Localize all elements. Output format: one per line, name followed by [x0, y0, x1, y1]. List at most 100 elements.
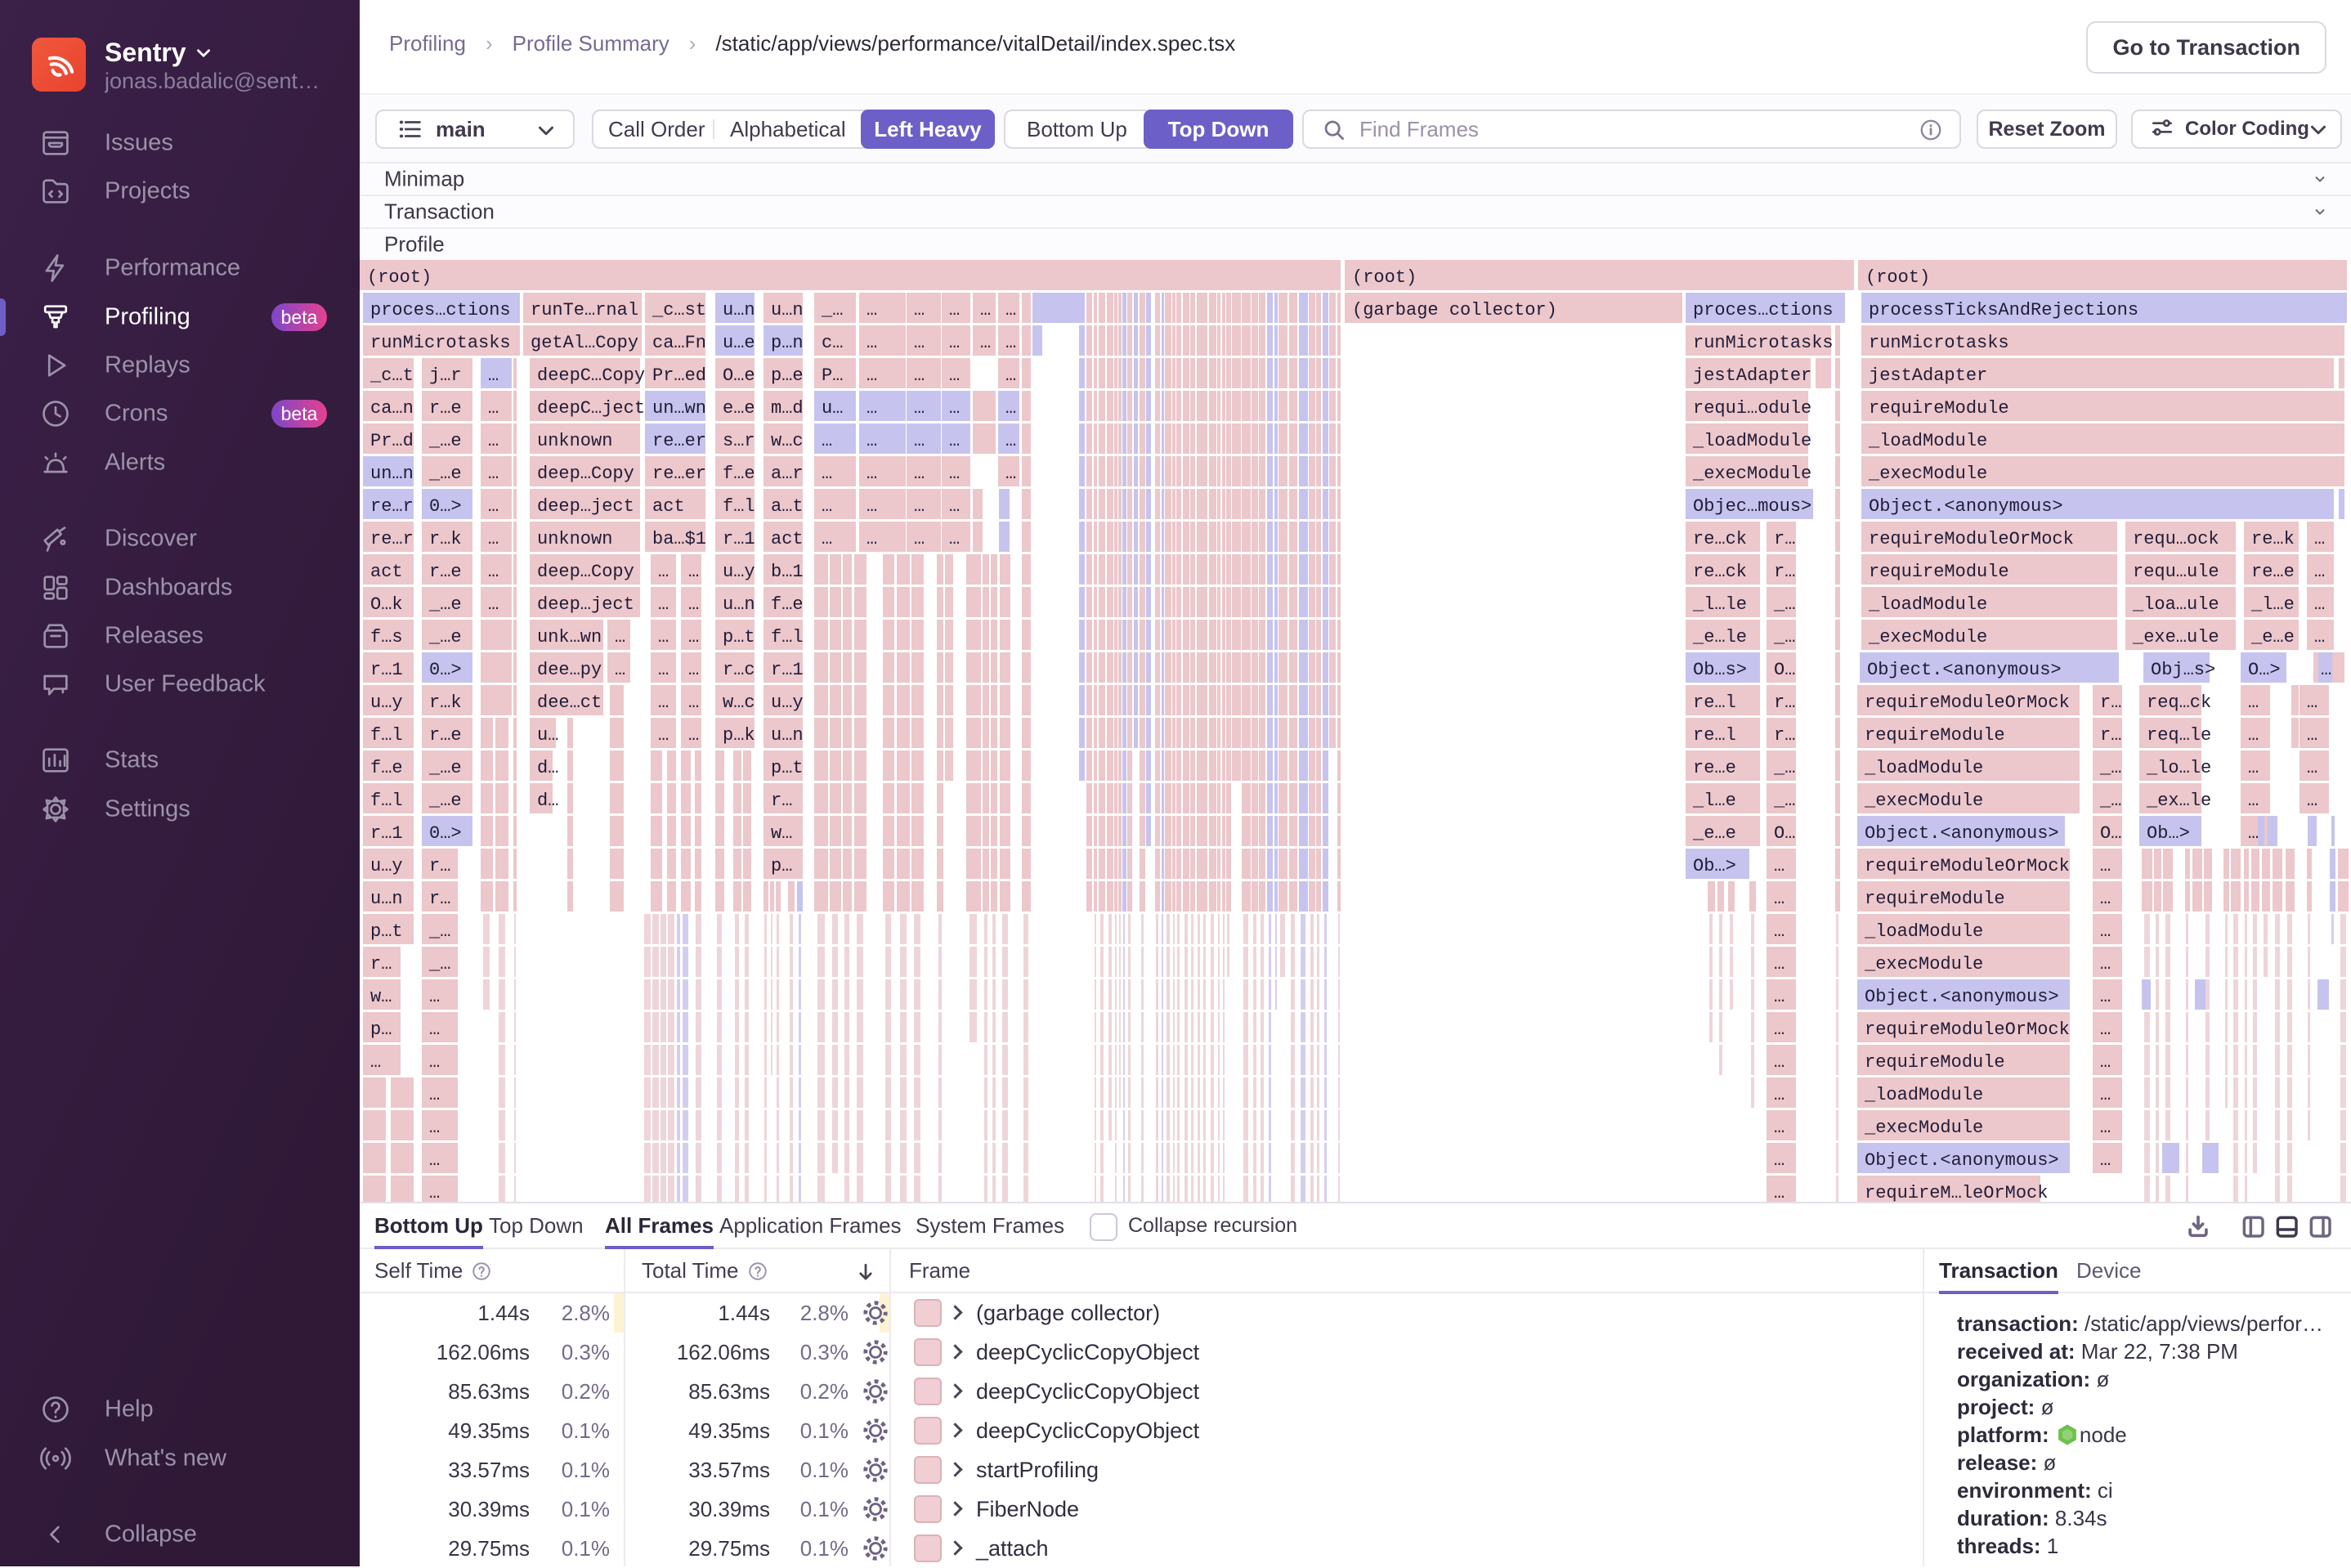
svg-text:…: … [688, 725, 699, 746]
svg-text:_…: _… [1773, 627, 1795, 647]
svg-text:s…r: s…r [723, 431, 755, 451]
svg-text:…: … [1774, 921, 1785, 942]
svg-text:…: … [2248, 725, 2259, 746]
svg-text:u…y: u…y [370, 856, 403, 876]
svg-text:u…: u… [537, 725, 558, 746]
svg-text:_c…t: _c…t [369, 365, 414, 386]
svg-text:…: … [914, 464, 925, 484]
svg-text:_…e: _…e [428, 594, 462, 615]
svg-text:_…: _… [428, 921, 450, 942]
svg-text:re…ck: re…ck [1693, 529, 1747, 549]
svg-text:…: … [615, 627, 625, 647]
svg-text:(root): (root) [367, 267, 432, 288]
svg-text:_exe…ule: _exe…ule [2132, 627, 2219, 647]
svg-text:…: … [658, 594, 669, 615]
svg-text:…: … [822, 496, 832, 517]
svg-text:…: … [688, 627, 699, 647]
svg-text:…: … [488, 529, 499, 549]
svg-text:…: … [980, 300, 991, 320]
svg-text:…: … [949, 464, 960, 484]
svg-text:re…l: re…l [1693, 725, 1736, 746]
svg-text:…: … [867, 496, 877, 517]
svg-text:r…: r… [370, 954, 392, 974]
svg-text:_…e: _…e [428, 758, 462, 778]
svg-text:…: … [1774, 889, 1785, 909]
svg-text:0…>: 0…> [429, 823, 462, 844]
svg-text:b…1: b…1 [771, 562, 804, 582]
svg-text:…: … [2248, 823, 2259, 844]
svg-text:Object.<anonymous>: Object.<anonymous> [1869, 496, 2063, 517]
svg-text:…: … [1774, 1183, 1785, 1202]
svg-text:…: … [2307, 758, 2317, 778]
svg-text:…: … [949, 365, 960, 386]
svg-text:getAl…Copy: getAl…Copy [531, 333, 638, 353]
svg-text:(root): (root) [1865, 267, 1930, 288]
svg-text:…: … [2248, 758, 2259, 778]
svg-text:deepC…ject: deepC…ject [537, 398, 645, 419]
svg-text:…: … [2314, 627, 2325, 647]
svg-text:…: … [2248, 692, 2259, 713]
svg-text:re…r: re…r [370, 496, 414, 517]
svg-text:…: … [2314, 594, 2325, 615]
svg-text:r…1: r…1 [370, 660, 403, 680]
svg-text:a…t: a…t [771, 496, 804, 517]
svg-text:…: … [867, 398, 877, 419]
svg-text:…: … [2307, 791, 2317, 811]
svg-text:r…: r… [2100, 725, 2121, 746]
svg-text:_e…le: _e…le [1692, 627, 1747, 647]
svg-text:_loadModule: _loadModule [1868, 594, 1987, 615]
svg-text:requireModuleOrMock: requireModuleOrMock [1865, 692, 2070, 713]
svg-text:re…l: re…l [1693, 692, 1736, 713]
svg-text:O…e: O…e [723, 365, 755, 386]
svg-text:_…: _… [2099, 758, 2121, 778]
svg-text:…: … [688, 692, 699, 713]
svg-text:r…: r… [429, 856, 450, 876]
svg-text:u…y: u…y [370, 692, 403, 713]
svg-text:…: … [429, 1183, 440, 1202]
svg-text:…: … [2248, 791, 2259, 811]
svg-text:u…n: u…n [723, 594, 755, 615]
svg-text:r…c: r…c [723, 660, 755, 680]
svg-text:…: … [688, 562, 699, 582]
svg-text:deepC…Copy: deepC…Copy [537, 365, 645, 386]
svg-text:r…1: r…1 [370, 823, 403, 844]
svg-text:p…: p… [370, 1019, 392, 1040]
svg-text:…: … [2314, 562, 2325, 582]
svg-text:_…e: _…e [428, 791, 462, 811]
svg-text:ba…$1: ba…$1 [652, 529, 706, 549]
svg-text:…: … [867, 365, 877, 386]
svg-text:deep…ject: deep…ject [537, 496, 634, 517]
svg-text:…: … [914, 431, 925, 451]
svg-text:req…ck: req…ck [2147, 692, 2211, 713]
svg-text:P…: P… [822, 365, 843, 386]
svg-text:Ob…>: Ob…> [2147, 823, 2190, 844]
svg-text:…: … [658, 660, 669, 680]
svg-text:_execModule: _execModule [1864, 791, 1983, 811]
svg-text:…: … [1005, 398, 1016, 419]
svg-text:…: … [2100, 889, 2111, 909]
svg-text:…: … [867, 431, 877, 451]
svg-text:w…c: w…c [771, 431, 804, 451]
svg-text:O…: O… [1774, 823, 1795, 844]
svg-text:_execModule: _execModule [1864, 954, 1983, 974]
svg-text:m…d: m…d [771, 398, 804, 419]
svg-text:…: … [2307, 692, 2317, 713]
svg-text:r…e: r…e [429, 725, 462, 746]
svg-text:_loadModule: _loadModule [1864, 1085, 1983, 1105]
svg-text:r…: r… [429, 889, 450, 909]
svg-text:_…e: _…e [428, 464, 462, 484]
svg-text:requireModule: requireModule [1865, 725, 2005, 746]
svg-text:…: … [688, 660, 699, 680]
svg-text:u…: u… [822, 398, 843, 419]
svg-text:dee…py: dee…py [537, 660, 602, 680]
svg-text:…: … [1774, 987, 1785, 1007]
svg-text:f…e: f…e [723, 464, 755, 484]
svg-text:unk…wn: unk…wn [537, 627, 602, 647]
svg-text:requireModule: requireModule [1865, 1052, 2005, 1073]
svg-text:p…n: p…n [771, 333, 804, 353]
svg-text:…: … [867, 300, 877, 320]
svg-text:_…: _… [2099, 791, 2121, 811]
svg-text:…: … [867, 529, 877, 549]
svg-text:runTe…rnal: runTe…rnal [531, 300, 638, 320]
svg-text:…: … [429, 1085, 440, 1105]
